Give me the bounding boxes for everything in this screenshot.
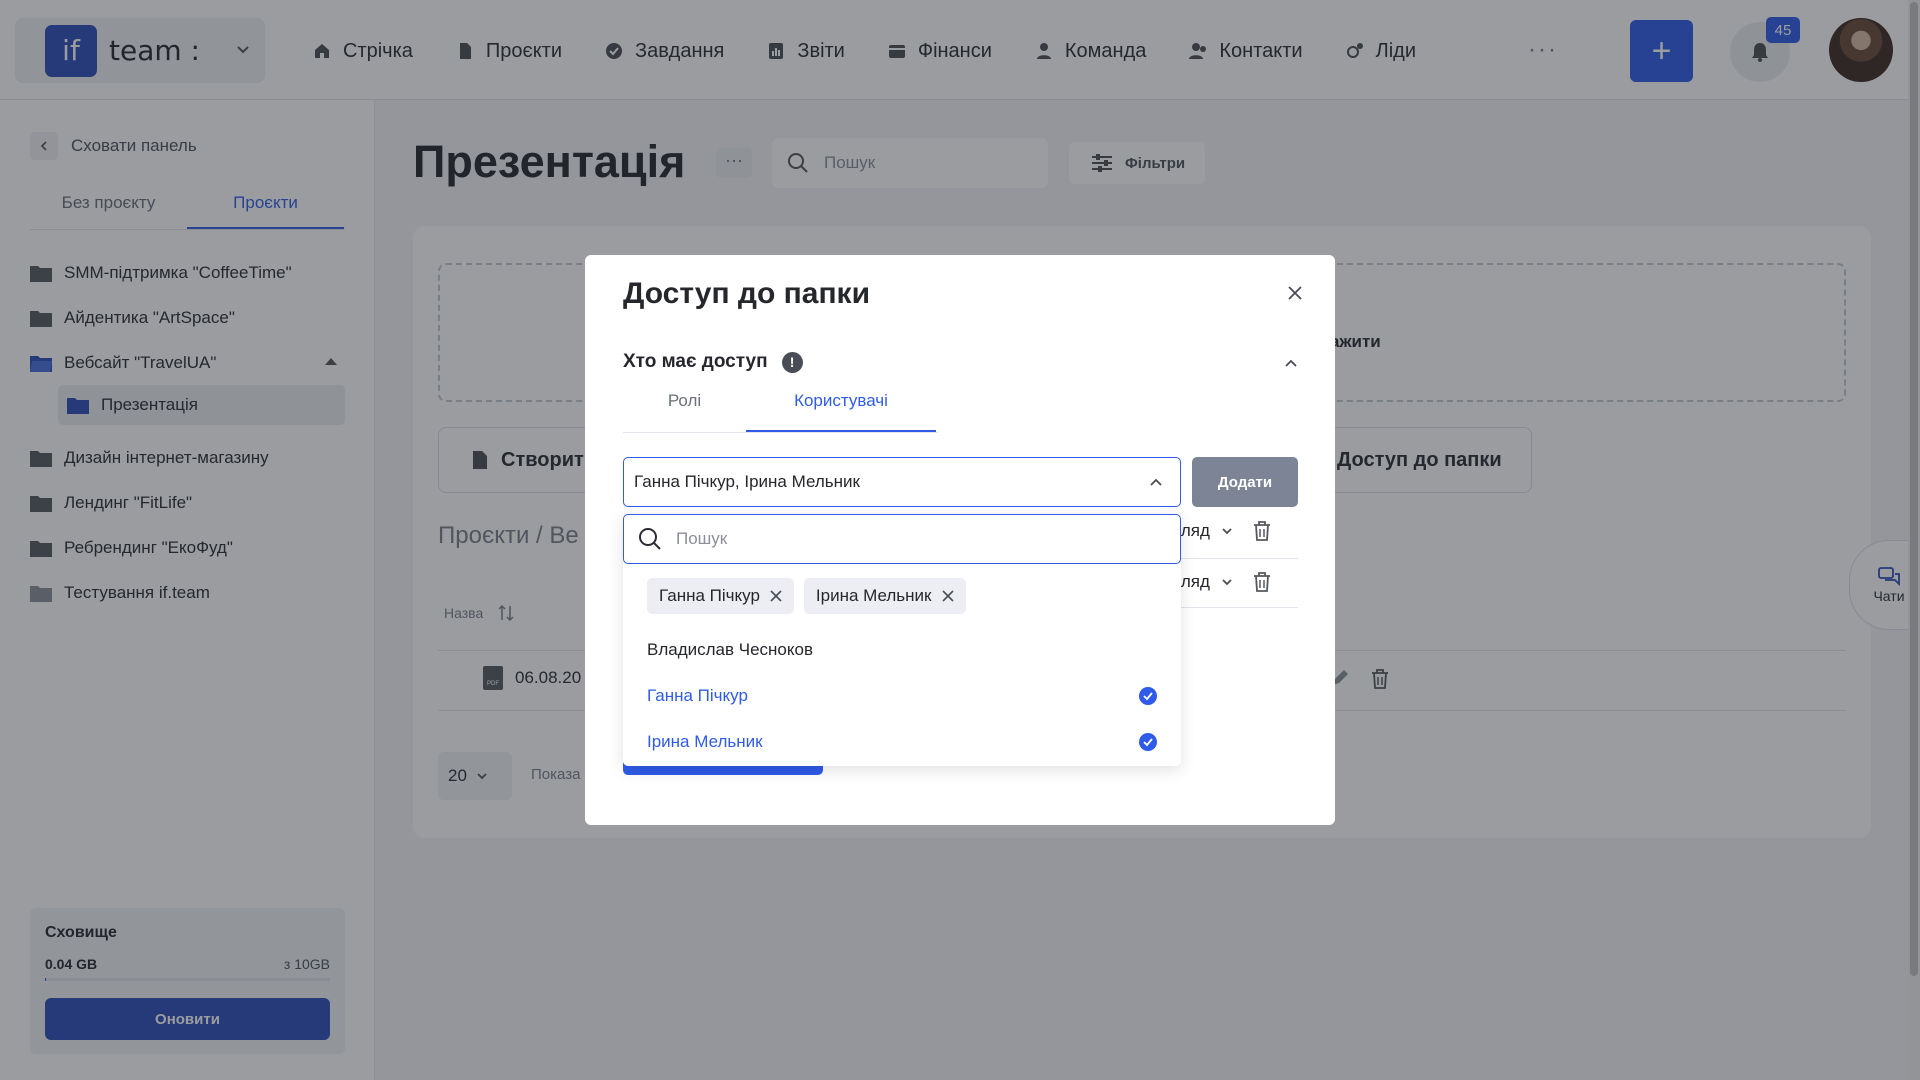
chevron-up-icon[interactable] — [1283, 355, 1299, 371]
who-has-access-label: Хто має доступ — [623, 351, 768, 372]
check-icon — [1139, 687, 1157, 705]
chip-label: Ганна Пічкур — [659, 586, 760, 605]
selected-chip: Ганна Пічкур — [647, 578, 794, 614]
chevron-down-icon — [1222, 579, 1232, 586]
user-option[interactable]: Владислав Чесноков — [647, 640, 1157, 660]
check-icon — [1139, 733, 1157, 751]
tab-users[interactable]: Користувачі — [746, 385, 936, 432]
trash-icon[interactable] — [1252, 520, 1272, 542]
user-option-label: Ганна Пічкур — [647, 686, 748, 705]
chip-label: Ірина Мельник — [815, 586, 932, 605]
close-button[interactable] — [1281, 279, 1309, 307]
selected-chip: Ірина Мельник — [803, 578, 966, 614]
trash-icon[interactable] — [1252, 571, 1272, 593]
remove-chip-icon[interactable] — [770, 590, 782, 602]
modal-title: Доступ до папки — [623, 277, 871, 310]
access-tabs: Ролі Користувачі — [623, 385, 938, 433]
chevron-down-icon — [1222, 528, 1232, 535]
user-option-label: Ірина Мельник — [647, 732, 763, 751]
search-icon — [639, 528, 661, 550]
add-button[interactable]: Додати — [1192, 457, 1298, 507]
selected-chips: Ганна Пічкур Ірина Мельник — [647, 578, 966, 614]
permission-select[interactable]: гляд — [1175, 571, 1272, 593]
remove-chip-icon[interactable] — [941, 590, 954, 602]
users-select-value: Ганна Пічкур, Ірина Мельник — [634, 472, 860, 491]
users-select[interactable]: Ганна Пічкур, Ірина Мельник — [623, 457, 1181, 507]
chevron-up-icon — [1150, 478, 1162, 486]
tab-roles[interactable]: Ролі — [623, 385, 746, 432]
who-has-access-heading: Хто має доступ ! — [623, 351, 803, 373]
user-option-label: Владислав Чесноков — [647, 640, 813, 659]
dropdown-search-input[interactable]: Пошук — [623, 514, 1181, 564]
users-dropdown: Пошук Ганна Пічкур Ірина Мельник Владисл… — [623, 514, 1181, 766]
permission-select[interactable]: гляд — [1175, 520, 1272, 542]
dropdown-search-placeholder: Пошук — [676, 529, 728, 548]
close-icon — [1288, 286, 1302, 300]
user-option-selected[interactable]: Ганна Пічкур — [647, 686, 1157, 706]
info-icon[interactable]: ! — [781, 351, 803, 373]
user-option-selected[interactable]: Ірина Мельник — [647, 732, 1157, 752]
